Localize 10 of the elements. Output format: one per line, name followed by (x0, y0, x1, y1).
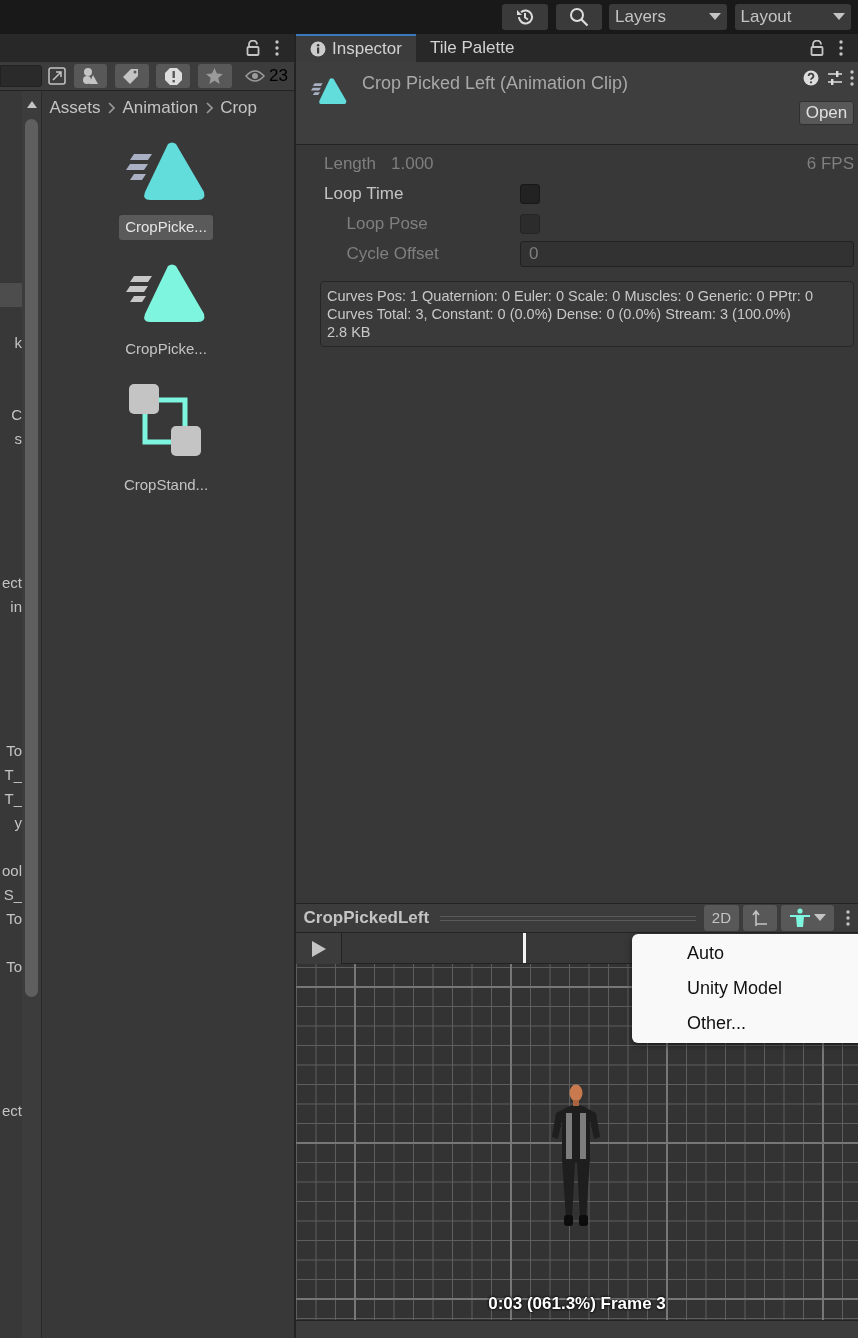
playback-status: 0:03 (061.3%) Frame 3 (487, 1292, 667, 1315)
field-label: Loop Time (324, 183, 405, 206)
field-label: Cycle Offset (345, 243, 440, 266)
length-value: 1.000 (391, 153, 434, 176)
preview-title: CropPickedLeft (303, 907, 430, 930)
clip-info-text: Curves Pos: 1 Quaternion: 0 Euler: 0 Scale: 0 Muscles: 0 Generic: 0 PPtr: 0 Curves Total: 3, Constant: 0 (0.0%) Dense: 0 (0.0%) Stream: 3 (100.0%) 2.8 KB (320, 281, 854, 347)
field-label: Loop Pose (345, 213, 429, 236)
inspector-title: Crop Picked Left (Animation Clip) (362, 71, 630, 95)
length-label: Length (324, 153, 376, 176)
fps-label: 6 FPS (806, 153, 854, 176)
